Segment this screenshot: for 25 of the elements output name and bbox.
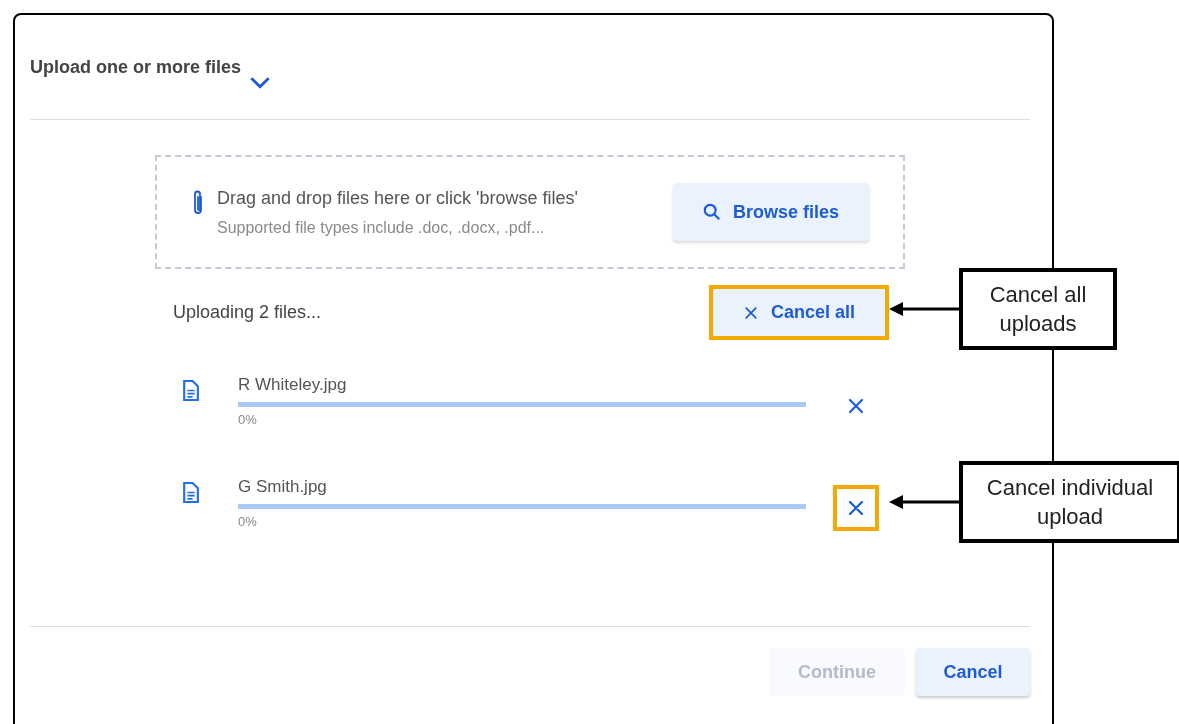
- arrow: [889, 494, 959, 510]
- close-icon: [846, 396, 866, 416]
- file-name: R Whiteley.jpg: [238, 374, 348, 396]
- arrow: [889, 301, 959, 317]
- progress-reading: 0%: [238, 512, 258, 531]
- paperclip-icon: [191, 188, 205, 217]
- dialog-title: Upload one or more files: [30, 56, 242, 79]
- browse-files-button[interactable]: Browse files: [673, 183, 869, 241]
- cancel-file-button[interactable]: [833, 484, 879, 531]
- drop-prompt: Drag and drop files here or click 'browse files': [217, 186, 579, 210]
- drop-zone[interactable]: Drag and drop files here or click 'browse files' Supported file types include .doc, .docx, .pdf... Browse files: [155, 155, 905, 269]
- document-icon: [182, 380, 199, 401]
- callout-label: Cancel individual upload: [959, 461, 1179, 543]
- callout-label: Cancel all uploads: [959, 268, 1117, 350]
- progress-reading: 0%: [238, 411, 258, 429]
- close-icon: [742, 304, 759, 321]
- upload-status: Uploading 2 files...: [173, 301, 322, 324]
- document-icon: [182, 481, 199, 503]
- cancel-all-button[interactable]: Cancel all: [709, 285, 889, 340]
- chevron-icon: [249, 76, 272, 89]
- search-icon: [702, 203, 721, 221]
- expand-toggle[interactable]: [249, 76, 272, 89]
- file-name: G Smith.jpg: [238, 475, 328, 498]
- file-types-hint: Supported file types include .doc, .docx, .pdf...: [217, 217, 546, 238]
- cancel-button[interactable]: Cancel: [916, 648, 1030, 696]
